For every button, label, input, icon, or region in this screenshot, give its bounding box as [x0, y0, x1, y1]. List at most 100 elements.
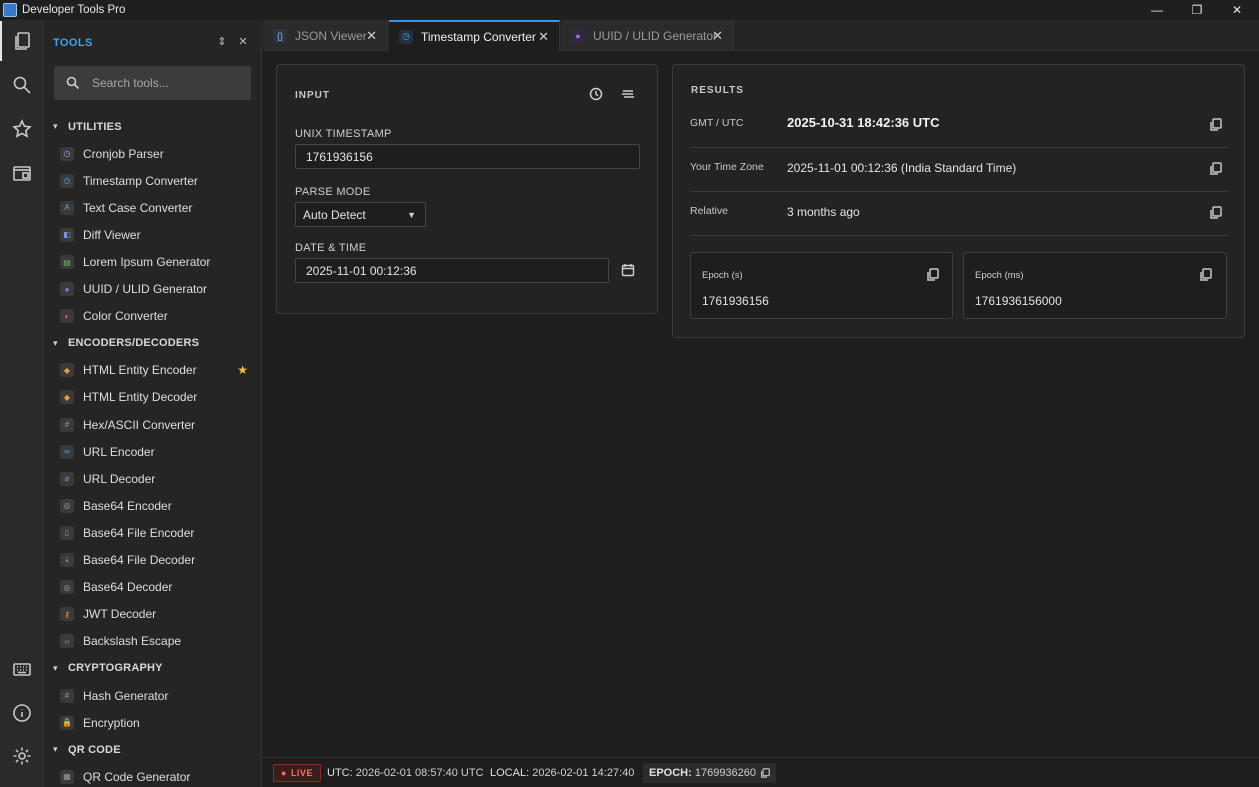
close-tab-icon[interactable]: ✕: [366, 28, 377, 44]
sidebar-tool-item[interactable]: ◧ Diff Viewer: [44, 221, 261, 248]
category-header[interactable]: ▾ CRYPTOGRAPHY: [44, 655, 261, 682]
sidebar-tool-item[interactable]: ◎ Base64 Encoder: [44, 492, 261, 519]
sidebar-tool-item[interactable]: ● UUID / ULID Generator: [44, 276, 261, 303]
info-icon[interactable]: [0, 693, 44, 733]
epoch-seconds-value: 1761936156: [702, 294, 769, 308]
tool-search-box[interactable]: [54, 66, 251, 100]
tool-label: Base64 Decoder: [83, 580, 173, 595]
sidebar-header: TOOLS: [53, 37, 93, 49]
copy-icon[interactable]: [1209, 162, 1222, 175]
result-row-timezone: Your Time Zone 2025-11-01 00:12:36 (Indi…: [690, 148, 1228, 192]
tab-uuid-generator[interactable]: ● UUID / ULID Generator ✕: [561, 20, 734, 51]
tool-icon: ◐: [60, 309, 74, 324]
live-badge: ● LIVE: [273, 764, 321, 782]
date-time-input[interactable]: 2025-11-01 00:12:36: [295, 258, 609, 283]
favorite-star-icon[interactable]: ★: [237, 363, 248, 377]
tool-label: Timestamp Converter: [83, 173, 198, 188]
utc-value: 2026-02-01 08:57:40 UTC: [355, 767, 484, 779]
tool-label: Cronjob Parser: [83, 146, 164, 161]
sidebar-tool-item[interactable]: ◐ Color Converter: [44, 303, 261, 330]
sidebar-tool-item[interactable]: ◷ Timestamp Converter: [44, 167, 261, 194]
tool-label: URL Decoder: [83, 471, 156, 486]
tab-timestamp-converter[interactable]: ◷ Timestamp Converter ✕: [389, 20, 560, 51]
category-header[interactable]: ▾ ENCODERS/DECODERS: [44, 330, 261, 357]
sidebar-tool-item[interactable]: ◷ Cronjob Parser: [44, 140, 261, 167]
sidebar-tool-item[interactable]: ◆ HTML Entity Encoder ★: [44, 357, 261, 384]
tool-label: Encryption: [83, 715, 140, 730]
gear-icon[interactable]: [0, 736, 44, 776]
star-icon[interactable]: [0, 109, 44, 149]
main-content: INPUT UNIX TIMESTAMP 1761936156 PARSE MO…: [263, 52, 1259, 757]
search-input[interactable]: [92, 76, 242, 90]
maximize-button[interactable]: ❐: [1177, 0, 1217, 20]
calendar-icon[interactable]: [621, 263, 635, 277]
unix-timestamp-input[interactable]: 1761936156: [295, 144, 640, 169]
copy-icon[interactable]: [760, 768, 770, 778]
copy-icon[interactable]: [926, 268, 939, 281]
tool-label: Text Case Converter: [83, 200, 193, 215]
category-header[interactable]: ▾ UTILITIES: [44, 113, 261, 140]
close-tab-icon[interactable]: ✕: [712, 28, 723, 44]
sidebar-tool-item[interactable]: ∞ URL Encoder: [44, 438, 261, 465]
sidebar-tool-item[interactable]: ⚷ JWT Decoder: [44, 601, 261, 628]
tool-icon: ▦: [60, 769, 74, 784]
sidebar-tool-item[interactable]: ◆ HTML Entity Decoder: [44, 384, 261, 411]
explorer-icon[interactable]: [0, 21, 44, 61]
collapse-all-icon[interactable]: ✕: [235, 33, 251, 49]
epoch-milliseconds-card: Epoch (ms) 1761936156000: [963, 252, 1227, 319]
epoch-chip[interactable]: EPOCH: 1769936260: [643, 763, 777, 783]
search-icon[interactable]: [0, 65, 44, 105]
tool-tree: ▾ UTILITIES ◷ Cronjob Parser ◷ Timestamp Conv…: [44, 113, 261, 787]
chevron-down-icon: ▾: [53, 337, 58, 348]
chevron-down-icon: ▾: [53, 121, 58, 132]
epoch-seconds-card: Epoch (s) 1761936156: [690, 252, 953, 319]
close-button[interactable]: ✕: [1217, 0, 1257, 20]
tool-label: HTML Entity Encoder: [83, 363, 197, 378]
sidebar-tool-item[interactable]: ▯ Base64 File Encoder: [44, 519, 261, 546]
tool-label: QR Code Generator: [83, 769, 191, 784]
tool-label: Diff Viewer: [83, 227, 141, 242]
parse-mode-select[interactable]: Auto Detect ▼: [295, 202, 426, 227]
sidebar-tool-item[interactable]: 🔒 Encryption: [44, 709, 261, 736]
tool-label: Hex/ASCII Converter: [83, 417, 196, 432]
sidebar-tool-item[interactable]: ⤓ Base64 File Decoder: [44, 547, 261, 574]
tool-label: Backslash Escape: [83, 634, 182, 649]
parse-mode-label: PARSE MODE: [295, 186, 371, 198]
local-value: 2026-02-01 14:27:40: [532, 767, 635, 779]
format-icon[interactable]: [621, 88, 635, 100]
epoch-seconds-label: Epoch (s): [702, 270, 743, 281]
sidebar-tool-item[interactable]: ▦ QR Code Generator: [44, 763, 261, 787]
copy-icon[interactable]: [1209, 118, 1222, 131]
tab-json-viewer[interactable]: {} JSON Viewer ✕: [263, 20, 388, 51]
window-icon[interactable]: [0, 153, 44, 193]
tool-icon: ▯: [60, 525, 74, 540]
expand-all-icon[interactable]: ⇕: [214, 33, 230, 49]
category-header[interactable]: ▾ QR CODE: [44, 736, 261, 763]
tool-icon: ●: [60, 282, 74, 297]
close-tab-icon[interactable]: ✕: [538, 29, 549, 45]
sidebar-tool-item[interactable]: # Hash Generator: [44, 682, 261, 709]
keyboard-icon[interactable]: [0, 649, 44, 689]
history-icon[interactable]: [589, 87, 603, 101]
tool-icon: ◷: [60, 173, 74, 188]
minimize-button[interactable]: —: [1137, 0, 1177, 20]
tool-icon: ◷: [60, 146, 74, 161]
sidebar-tool-item[interactable]: ▤ Lorem Ipsum Generator: [44, 248, 261, 275]
tool-label: HTML Entity Decoder: [83, 390, 198, 405]
tab-bar: {} JSON Viewer ✕ ◷ Timestamp Converter ✕…: [263, 20, 1259, 51]
sidebar-tool-item[interactable]: ◎ Base64 Decoder: [44, 574, 261, 601]
tool-icon: ⌀: [60, 471, 74, 486]
copy-icon[interactable]: [1199, 268, 1212, 281]
copy-icon[interactable]: [1209, 206, 1222, 219]
tool-label: URL Encoder: [83, 444, 155, 459]
sidebar-tool-item[interactable]: ‹› Backslash Escape: [44, 628, 261, 655]
category-label: ENCODERS/DECODERS: [68, 337, 200, 350]
tool-icon: #: [60, 417, 74, 432]
sidebar-tool-item[interactable]: # Hex/ASCII Converter: [44, 411, 261, 438]
epoch-milliseconds-value: 1761936156000: [975, 294, 1062, 308]
chevron-down-icon: ▾: [53, 662, 58, 673]
braces-icon: {}: [273, 28, 287, 43]
sidebar-tool-item[interactable]: A Text Case Converter: [44, 194, 261, 221]
tool-icon: ◆: [60, 390, 74, 405]
sidebar-tool-item[interactable]: ⌀ URL Decoder: [44, 465, 261, 492]
